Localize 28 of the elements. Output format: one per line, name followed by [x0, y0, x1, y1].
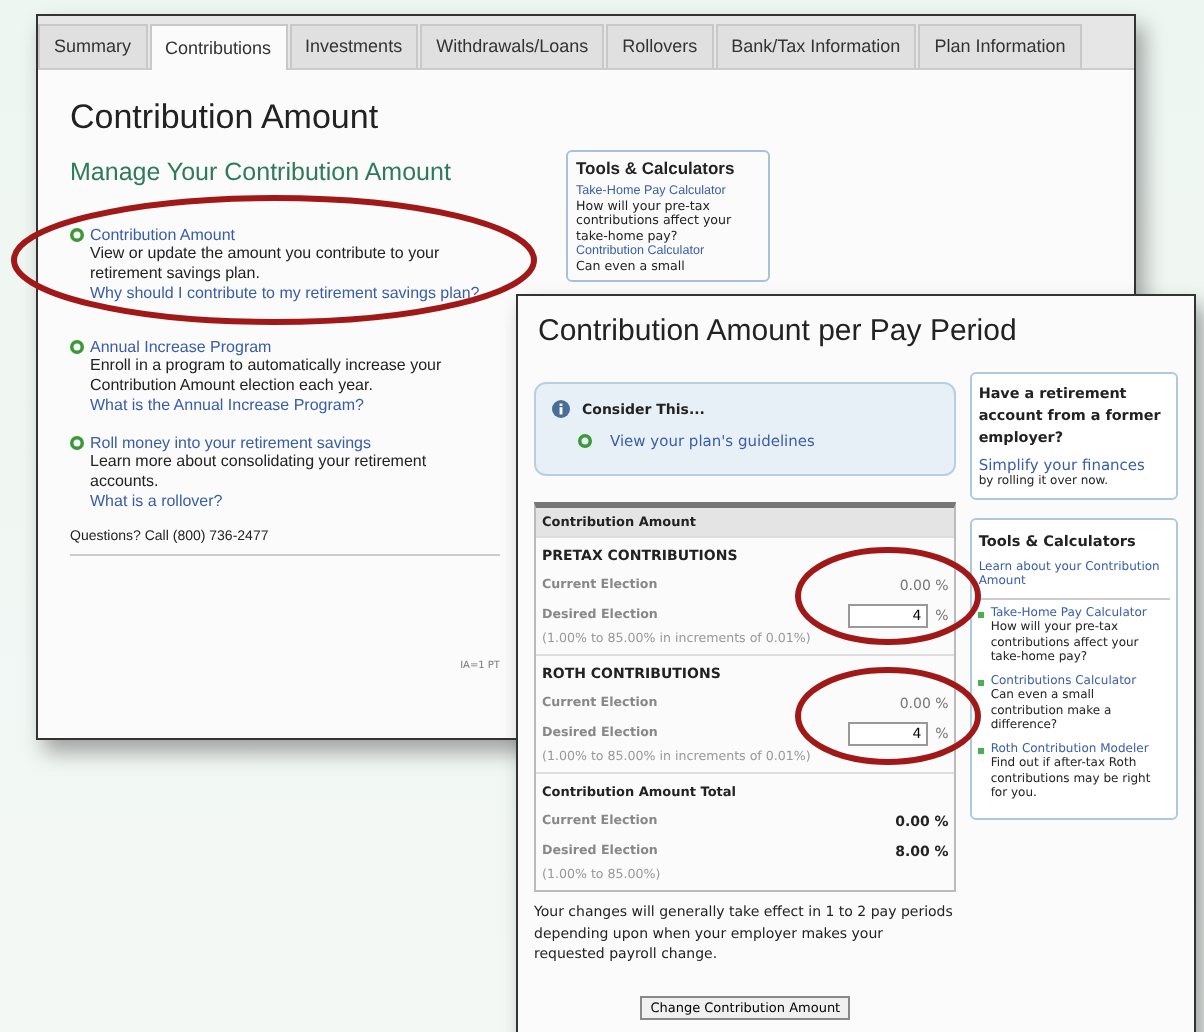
square-bullet-icon — [978, 747, 985, 753]
description-text: Learn more about consolidating your retirement accounts. — [90, 452, 429, 492]
info-icon — [552, 400, 570, 418]
panel-title: Tools & Calculators — [576, 158, 737, 178]
description-text: View or update the amount you contribute to your retirement savings plan. — [90, 244, 442, 284]
section-heading: Manage Your Contribution Amount — [70, 158, 453, 186]
tab[interactable]: Withdrawals/Loans — [420, 24, 605, 68]
description-text: Enroll in a program to automatically increase your Contribution Amount election each year. — [90, 356, 444, 396]
circle-bullet-icon — [70, 436, 84, 450]
circle-bullet-icon — [578, 434, 592, 448]
link[interactable]: Annual Increase Program — [90, 338, 272, 356]
circle-bullet-icon — [70, 228, 84, 242]
square-bullet-icon — [978, 611, 985, 617]
link[interactable]: Contribution Amount — [90, 226, 235, 244]
tab[interactable]: Rollovers — [606, 24, 714, 68]
help-link[interactable]: What is a rollover? — [90, 492, 490, 510]
help-link[interactable]: Why should I contribute to my retirement savings plan? — [90, 284, 490, 302]
page-title: Contribution Amount per Pay Period — [538, 314, 1019, 348]
help-link[interactable]: What is the Annual Increase Program? — [90, 396, 490, 414]
page-title: Contribution Amount — [70, 98, 381, 138]
link[interactable]: Roll money into your retirement savings — [90, 434, 372, 452]
tab[interactable]: Summary — [38, 24, 148, 68]
circle-bullet-icon — [70, 340, 84, 354]
square-bullet-icon — [978, 679, 985, 685]
tab[interactable]: Plan Information — [918, 24, 1082, 68]
tab[interactable]: Contributions — [149, 24, 288, 70]
tab[interactable]: Investments — [289, 24, 419, 68]
tab[interactable]: Bank/Tax Information — [715, 24, 917, 68]
